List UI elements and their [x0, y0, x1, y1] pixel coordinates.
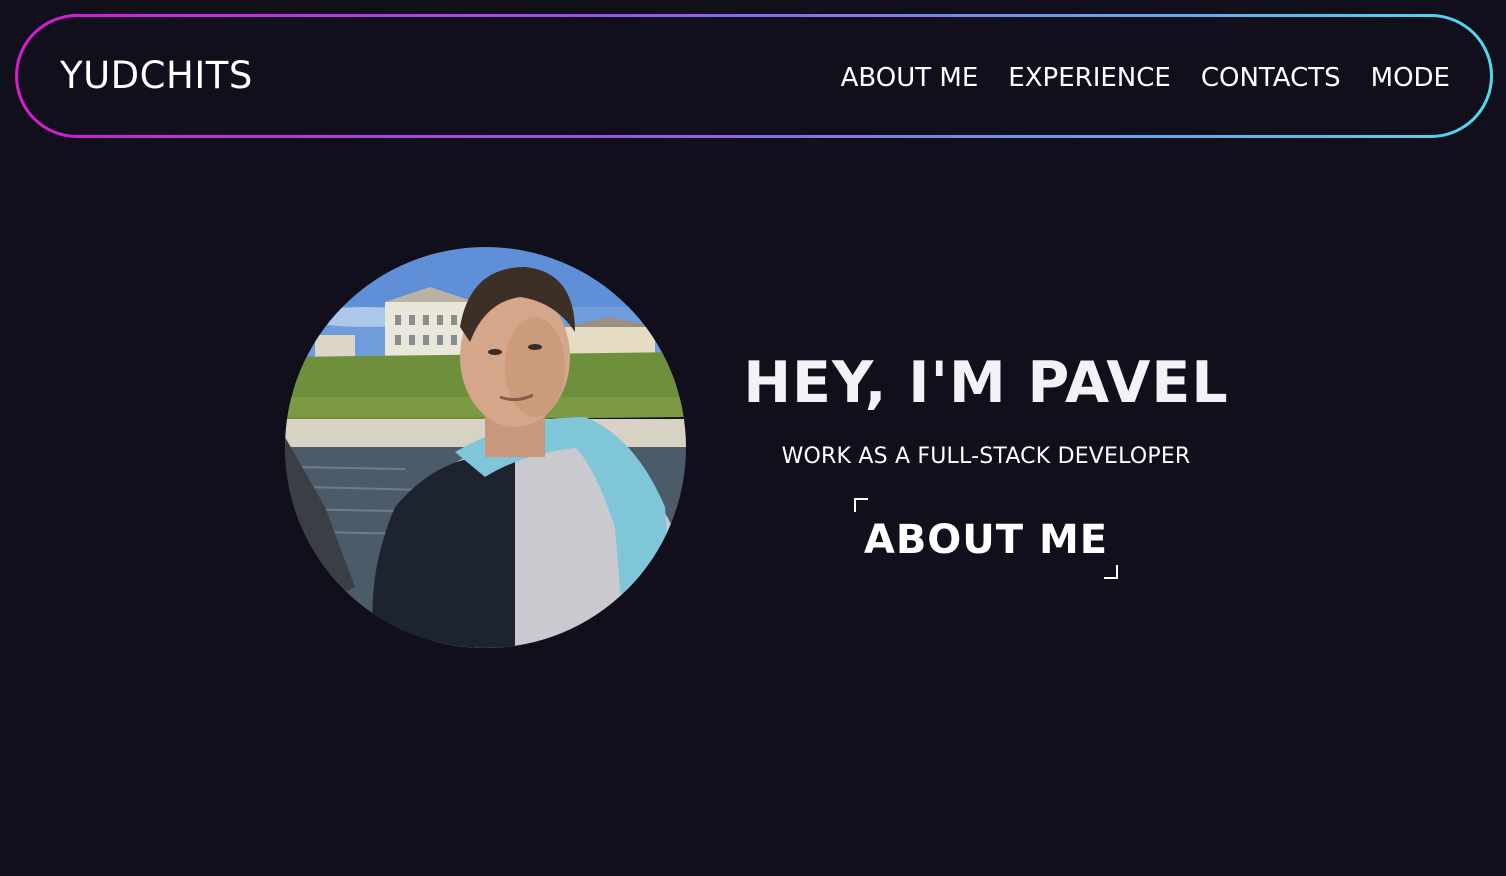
hero-title: HEY, I'M PAVEL — [743, 350, 1229, 416]
nav-link-about-me[interactable]: ABOUT ME — [841, 61, 979, 95]
header-nav-bar: YUDCHITS ABOUT ME EXPERIENCE CONTACTS MO… — [15, 14, 1493, 138]
site-logo[interactable]: YUDCHITS — [60, 53, 253, 99]
nav-menu: ABOUT ME EXPERIENCE CONTACTS MODE — [841, 61, 1450, 95]
corner-bracket-bottom-right — [1104, 565, 1118, 579]
about-me-button[interactable]: ABOUT ME — [854, 498, 1118, 579]
profile-photo-avatar — [285, 247, 686, 648]
nav-link-contacts[interactable]: CONTACTS — [1201, 61, 1341, 95]
page: YUDCHITS ABOUT ME EXPERIENCE CONTACTS MO… — [0, 0, 1506, 876]
hero-subtitle: WORK AS A FULL-STACK DEVELOPER — [781, 444, 1191, 469]
about-me-button-label: ABOUT ME — [863, 517, 1109, 563]
nav-link-mode[interactable]: MODE — [1371, 61, 1450, 95]
profile-photo-icon — [285, 247, 686, 648]
hero-text-block: HEY, I'M PAVEL WORK AS A FULL-STACK DEVE… — [726, 346, 1246, 472]
corner-bracket-top-left — [854, 498, 868, 512]
nav-link-experience[interactable]: EXPERIENCE — [1008, 61, 1171, 95]
